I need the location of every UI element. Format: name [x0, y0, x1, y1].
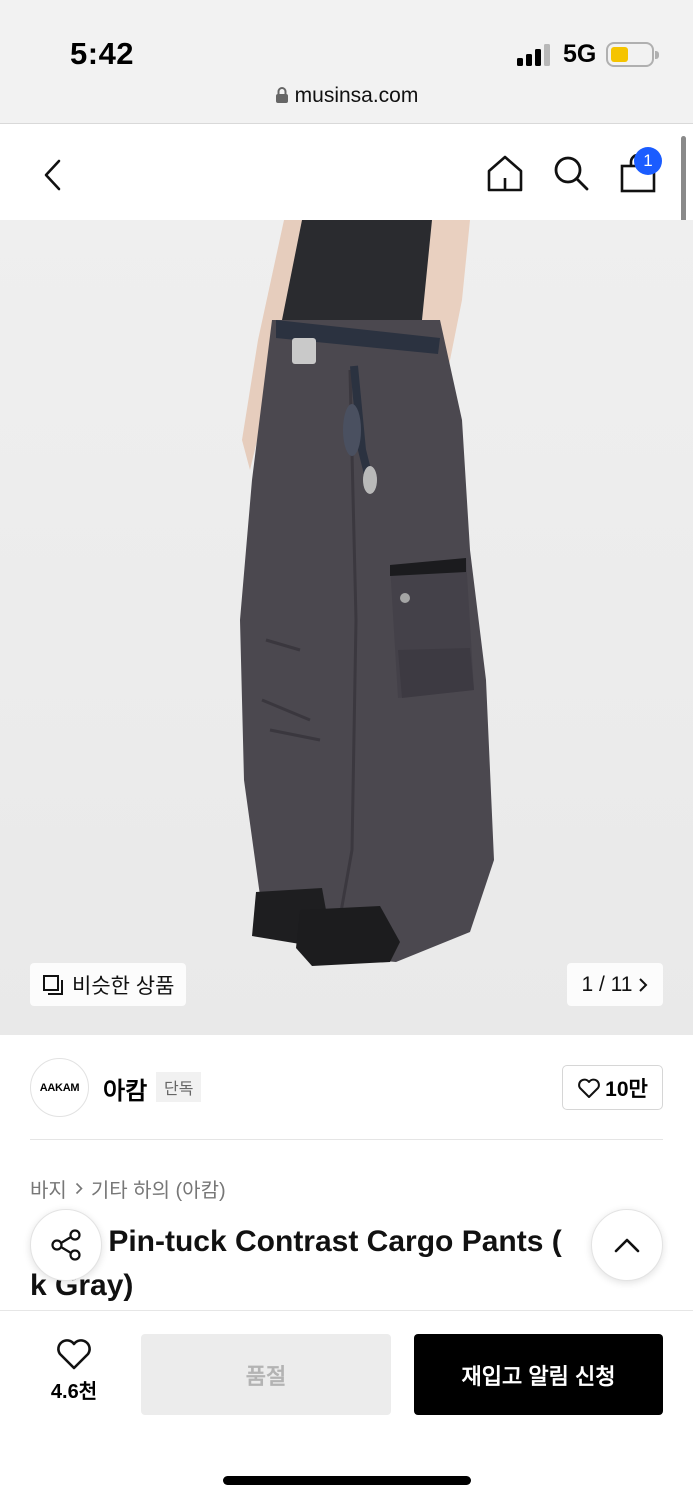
similar-products-icon — [43, 974, 63, 995]
brand-like-button[interactable]: 10만 — [562, 1065, 663, 1110]
status-bar: 5:42 5G musinsa.com — [0, 0, 693, 124]
heart-icon — [578, 1078, 601, 1098]
product-title: · Pin-tuck Contrast Cargo Pants ( k Gray… — [30, 1220, 670, 1312]
status-time: 5:42 — [70, 36, 135, 71]
home-icon — [487, 155, 523, 192]
similar-products-label: 비슷한 상품 — [72, 974, 175, 998]
share-icon — [51, 1229, 81, 1261]
search-button[interactable] — [549, 151, 593, 195]
wishlist-count: 4.6천 — [50, 1381, 98, 1403]
search-icon — [554, 156, 589, 191]
chevron-right-icon — [75, 1182, 83, 1195]
breadcrumb-subcategory[interactable]: 기타 하의 (아캄) — [91, 1174, 226, 1203]
top-navigation — [0, 125, 693, 220]
share-button[interactable] — [30, 1209, 102, 1281]
home-button[interactable] — [482, 151, 528, 195]
address-bar[interactable]: musinsa.com — [0, 84, 693, 108]
image-counter-text: 1 / 11 — [581, 972, 633, 996]
url-text: musinsa.com — [294, 84, 419, 107]
exclusive-badge: 단독 — [156, 1072, 202, 1102]
divider — [30, 1139, 663, 1140]
network-type: 5G — [563, 40, 597, 68]
brand-name[interactable]: 아캄 — [103, 1071, 147, 1106]
product-image[interactable] — [0, 220, 693, 1035]
lock-icon — [275, 87, 288, 103]
home-indicator[interactable] — [223, 1476, 471, 1485]
brand-like-count: 10만 — [605, 1077, 648, 1101]
chevron-right-icon — [639, 977, 648, 992]
product-title-line-2: k Gray) — [30, 1269, 134, 1302]
breadcrumb-category[interactable]: 바지 — [30, 1174, 67, 1203]
brand-logo-text: AAKAM — [39, 1081, 80, 1094]
restock-alert-button[interactable]: 재입고 알림 신청 — [414, 1334, 663, 1415]
brand-logo[interactable]: AAKAM — [30, 1058, 89, 1117]
cellular-signal-icon — [517, 44, 553, 66]
product-photo-illustration — [240, 220, 494, 966]
image-counter[interactable]: 1 / 11 — [567, 963, 663, 1006]
scroll-to-top-button[interactable] — [591, 1209, 663, 1281]
back-icon — [44, 159, 61, 191]
back-button[interactable] — [30, 153, 74, 197]
heart-icon — [57, 1339, 91, 1370]
chevron-up-icon — [614, 1238, 640, 1253]
soldout-button: 품절 — [141, 1334, 391, 1415]
breadcrumb: 바지 기타 하의 (아캄) — [30, 1174, 226, 1203]
product-title-line-1: · Pin-tuck Contrast Cargo Pants ( — [90, 1225, 562, 1258]
cart-count-badge: 1 — [634, 147, 662, 175]
wishlist-button[interactable]: 4.6천 — [38, 1337, 110, 1404]
battery-icon — [606, 42, 659, 67]
similar-products-button[interactable]: 비슷한 상품 — [30, 963, 187, 1006]
